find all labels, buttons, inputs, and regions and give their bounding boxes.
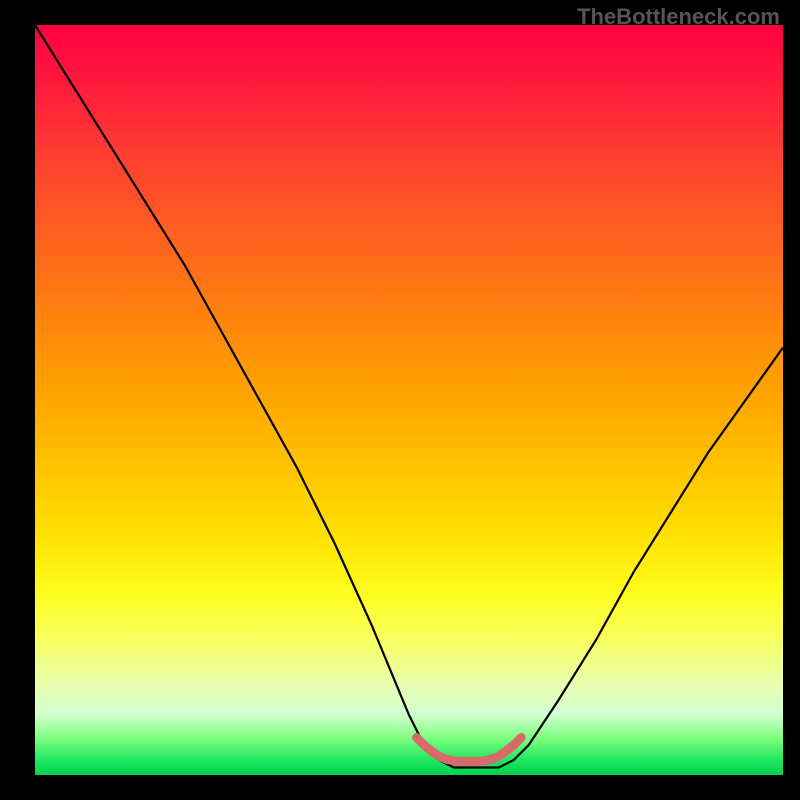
bottleneck-curve (35, 25, 783, 768)
watermark-text: TheBottleneck.com (577, 4, 780, 30)
curve-layer (35, 25, 783, 775)
highlight-segment (417, 738, 522, 762)
chart-area (35, 25, 783, 775)
